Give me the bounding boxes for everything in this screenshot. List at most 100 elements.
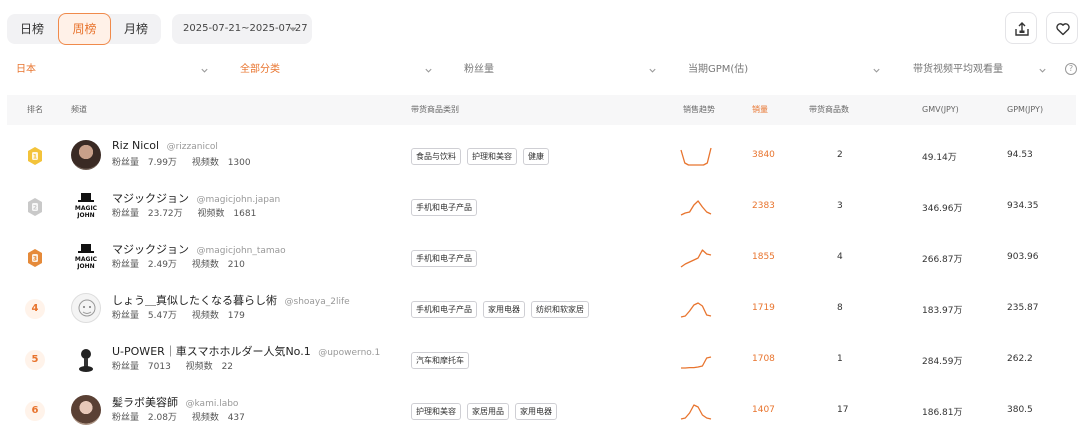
region-filter[interactable]: 日本 [16, 58, 212, 82]
sales-trend-sparkline [680, 147, 712, 166]
product-count-value: 8 [837, 303, 843, 313]
table-row[interactable]: 5 U-POWER｜車スマホホルダー人気No.1 @upowerno.1 粉丝量… [7, 334, 1076, 385]
info-icon[interactable]: ? [1065, 63, 1077, 75]
medal-icon: 3 [25, 248, 45, 268]
sales-value: 1855 [752, 252, 775, 262]
gpm-value: 903.96 [1007, 252, 1039, 262]
svg-text:JOHN: JOHN [76, 263, 94, 270]
channel-name-line: マジックジョン @magicjohn.japan [112, 190, 280, 206]
videos-value: 1681 [233, 209, 257, 219]
videos-stat: 视频数 179 [192, 311, 251, 321]
channel-name[interactable]: しょう＿真似したくなる暮らし術 [112, 294, 277, 307]
rank-number: 5 [25, 350, 45, 370]
col-sales[interactable]: 销量 [752, 95, 768, 125]
rank-number: 3 [33, 256, 37, 263]
gmv-value: 266.87万 [922, 255, 963, 265]
followers-filter-label: 粉丝量 [464, 64, 494, 75]
videos-stat: 视频数 22 [186, 362, 239, 372]
avatar[interactable]: MAGIC JOHN [71, 242, 101, 272]
table-row[interactable]: 4 しょう＿真似したくなる暮らし術 @shoaya_2life 粉丝量 5.47… [7, 283, 1076, 334]
videos-stat: 视频数 1681 [198, 209, 263, 219]
avatar[interactable] [71, 344, 101, 374]
chevron-down-icon [201, 68, 208, 73]
medal-icon: 1 [25, 146, 45, 166]
followers-filter[interactable]: 粉丝量 [464, 58, 660, 82]
category-tags: 手机和电子产品 [411, 250, 483, 267]
channel-name-line: しょう＿真似したくなる暮らし術 @shoaya_2life [112, 292, 350, 308]
channel-name[interactable]: Riz Nicol [112, 139, 159, 152]
followers-value: 2.08万 [147, 413, 177, 423]
followers-stat: 粉丝量 2.08万 [112, 413, 183, 423]
channel-name-line: 髪ラボ美容師 @kami.labo [112, 394, 238, 410]
channel-name[interactable]: マジックジョン [112, 243, 189, 256]
category-tag: 家用电器 [515, 403, 557, 420]
category-filter-label: 全部分类 [240, 64, 280, 75]
avatar[interactable] [71, 395, 101, 425]
gmv-value: 183.97万 [922, 306, 963, 316]
svg-text:MAGIC: MAGIC [75, 256, 98, 263]
category-tags: 手机和电子产品 家用电器 纺织和软家居 [411, 301, 595, 318]
category-tag: 食品与饮料 [411, 148, 461, 165]
videos-stat: 视频数 1300 [192, 158, 257, 168]
col-gmv[interactable]: GMV(JPY) [922, 95, 959, 125]
videos-label: 视频数 [185, 362, 213, 372]
sales-value: 1407 [752, 405, 775, 415]
videos-label: 视频数 [191, 158, 219, 168]
tab-monthly[interactable]: 月榜 [111, 14, 161, 44]
category-tag: 手机和电子产品 [411, 199, 477, 216]
category-tag: 家居用品 [467, 403, 509, 420]
svg-text:JOHN: JOHN [76, 212, 94, 219]
product-count-value: 4 [837, 252, 843, 262]
col-product-count[interactable]: 带货商品数 [809, 95, 849, 125]
avg-views-filter[interactable]: 带货视频平均观看量 [913, 58, 1059, 82]
avatar[interactable] [71, 140, 101, 170]
channel-stats: 粉丝量 2.49万 视频数 210 [112, 257, 257, 270]
sales-value: 1708 [752, 354, 775, 364]
table-row[interactable]: 1 Riz Nicol @rizzanicol 粉丝量 7.99万 视频数 13… [7, 130, 1076, 181]
channel-stats: 粉丝量 23.72万 视频数 1681 [112, 206, 268, 219]
followers-value: 5.47万 [147, 311, 177, 321]
followers-value: 7013 [147, 362, 171, 372]
followers-label: 粉丝量 [112, 209, 140, 219]
chevron-down-icon [649, 68, 656, 73]
followers-value: 7.99万 [147, 158, 177, 168]
gpm-filter[interactable]: 当期GPM(估) [688, 58, 884, 82]
avatar[interactable] [71, 293, 101, 323]
col-gpm[interactable]: GPM(JPY) [1007, 95, 1043, 125]
favorite-button[interactable] [1046, 12, 1078, 44]
svg-text:MAGIC: MAGIC [75, 205, 98, 212]
channel-name[interactable]: U-POWER｜車スマホホルダー人気No.1 [112, 345, 311, 358]
channel-name[interactable]: 髪ラボ美容師 [112, 396, 178, 409]
chevron-down-icon [873, 68, 880, 73]
category-tag: 汽车和摩托车 [411, 352, 469, 369]
gpm-filter-label: 当期GPM(估) [688, 64, 749, 75]
videos-stat: 视频数 437 [192, 413, 251, 423]
date-range-picker[interactable]: 2025-07-21~2025-07-27 [172, 14, 312, 44]
product-count-value: 1 [837, 354, 843, 364]
table-row[interactable]: 6 髪ラボ美容師 @kami.labo 粉丝量 2.08万 视频数 437 护理… [7, 385, 1076, 436]
table-row[interactable]: 2 MAGIC JOHN マジックジョン @magicjohn.japan 粉丝… [7, 181, 1076, 232]
followers-stat: 粉丝量 7013 [112, 362, 177, 372]
channel-stats: 粉丝量 7013 视频数 22 [112, 359, 245, 372]
category-filter[interactable]: 全部分类 [240, 58, 436, 82]
avatar[interactable]: MAGIC JOHN [71, 191, 101, 221]
videos-value: 1300 [227, 158, 251, 168]
tab-weekly[interactable]: 周榜 [58, 13, 111, 45]
sales-trend-sparkline [680, 404, 712, 420]
category-tags: 手机和电子产品 [411, 199, 483, 216]
gpm-value: 235.87 [1007, 303, 1039, 313]
channel-name[interactable]: マジックジョン [112, 192, 189, 205]
rank-number: 1 [33, 154, 37, 161]
sales-value: 2383 [752, 201, 775, 211]
avg-views-filter-label: 带货视频平均观看量 [913, 64, 1003, 75]
followers-value: 23.72万 [147, 209, 183, 219]
category-tags: 护理和美容 家居用品 家用电器 [411, 403, 563, 420]
sales-trend-sparkline [680, 200, 712, 216]
table-row[interactable]: 3 MAGIC JOHN マジックジョン @magicjohn_tamao 粉丝… [7, 232, 1076, 283]
videos-label: 视频数 [197, 209, 225, 219]
gmv-value: 284.59万 [922, 357, 963, 367]
channel-handle: @shoaya_2life [284, 297, 350, 307]
channel-name-line: マジックジョン @magicjohn_tamao [112, 241, 286, 257]
export-button[interactable] [1005, 12, 1037, 44]
tab-daily[interactable]: 日榜 [7, 14, 57, 44]
